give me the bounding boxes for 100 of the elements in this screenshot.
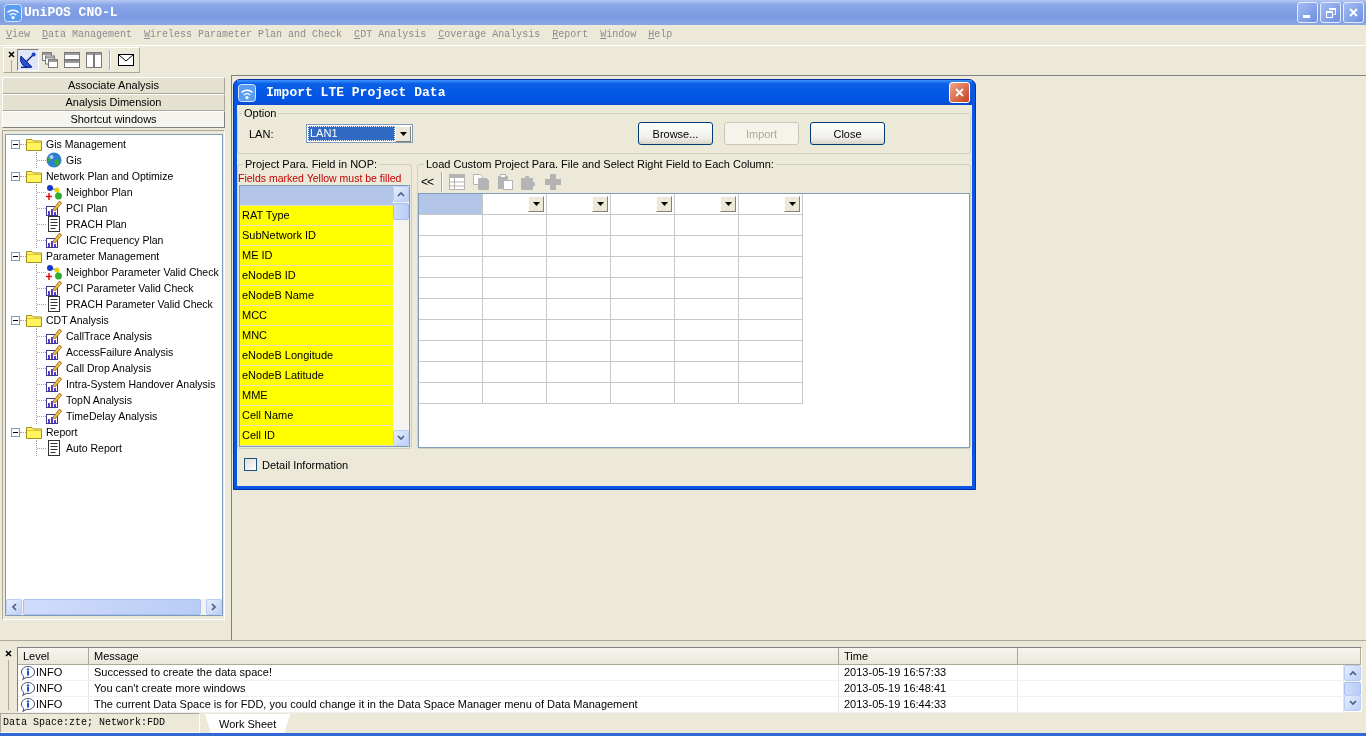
minus-box-icon[interactable] xyxy=(11,427,20,437)
close-button[interactable] xyxy=(1343,2,1364,23)
sheet-tab[interactable]: Work Sheet xyxy=(205,714,291,733)
list-item[interactable]: RAT Type xyxy=(240,206,393,226)
caret-down-icon xyxy=(788,202,796,206)
tree-item[interactable]: ICIC Frequency Plan xyxy=(64,233,166,247)
grid-cell xyxy=(675,320,739,341)
list-item[interactable]: SubNetwork ID xyxy=(240,226,393,246)
scroll-up-button[interactable] xyxy=(1344,665,1361,681)
dropdown-button[interactable] xyxy=(656,196,672,212)
log-level: INFO xyxy=(36,665,63,680)
column-header[interactable] xyxy=(1018,648,1361,665)
chevron-down-icon xyxy=(397,435,405,441)
scrollbar[interactable] xyxy=(6,599,222,615)
browse-button[interactable]: Browse... xyxy=(638,122,713,145)
scroll-down-button[interactable] xyxy=(1344,695,1361,711)
column-header[interactable] xyxy=(483,194,547,215)
tree-item[interactable]: PRACH Parameter Valid Check xyxy=(64,297,215,311)
caret-down-icon xyxy=(532,202,540,206)
document-icon xyxy=(48,440,60,456)
dropdown-button[interactable] xyxy=(528,196,544,212)
scroll-right-button[interactable] xyxy=(206,599,222,615)
tree-item[interactable]: PCI Parameter Valid Check xyxy=(64,281,196,295)
section-tab[interactable]: Shortcut windows xyxy=(2,111,225,128)
scrollbar[interactable] xyxy=(1344,665,1361,711)
dropdown-button[interactable] xyxy=(784,196,800,212)
tree-item[interactable]: Neighbor Parameter Valid Check xyxy=(64,265,221,279)
minus-box-icon[interactable] xyxy=(11,139,20,149)
tree-item[interactable]: Network Plan and Optimize xyxy=(44,169,176,183)
tree-item[interactable]: Call Drop Analysis xyxy=(64,361,154,375)
chevron-left-icon xyxy=(11,603,17,611)
toolbar-button[interactable] xyxy=(17,49,39,71)
scroll-down-button[interactable] xyxy=(393,430,409,446)
list-item[interactable]: MCC xyxy=(240,306,393,326)
tree-item[interactable]: CallTrace Analysis xyxy=(64,329,154,343)
grid-cell xyxy=(547,362,611,383)
grid-cell xyxy=(483,257,547,278)
column-header[interactable]: Message xyxy=(89,648,839,665)
dropdown-button[interactable] xyxy=(720,196,736,212)
minus-box-icon[interactable] xyxy=(11,171,20,181)
caret-down-icon xyxy=(399,131,407,136)
list-item[interactable]: eNodeB Longitude xyxy=(240,346,393,366)
minus-box-icon[interactable] xyxy=(11,315,20,325)
tree-item[interactable]: Report xyxy=(44,425,80,439)
group-label: Option xyxy=(243,107,278,120)
list-item[interactable]: MNC xyxy=(240,326,393,346)
close-icon[interactable] xyxy=(7,51,15,58)
grid-cell xyxy=(611,320,675,341)
column-header[interactable] xyxy=(739,194,803,215)
section-tab[interactable]: Associate Analysis xyxy=(2,77,225,94)
dropdown-button[interactable] xyxy=(592,196,608,212)
grid-cell xyxy=(547,236,611,257)
minus-box-icon[interactable] xyxy=(11,251,20,261)
column-header[interactable] xyxy=(547,194,611,215)
section-tab[interactable]: Analysis Dimension xyxy=(2,94,225,111)
tree-item[interactable]: TimeDelay Analysis xyxy=(64,409,160,423)
close-button[interactable]: Close xyxy=(810,122,885,145)
list-item[interactable]: MME xyxy=(240,386,393,406)
list-item[interactable]: eNodeB Name xyxy=(240,286,393,306)
scroll-up-button[interactable] xyxy=(393,186,409,202)
checkbox[interactable] xyxy=(244,458,257,471)
list-item[interactable]: eNodeB ID xyxy=(240,266,393,286)
tree-item[interactable]: PCI Plan xyxy=(64,201,110,215)
tree-item[interactable]: AccessFailure Analysis xyxy=(64,345,176,359)
minimize-button[interactable] xyxy=(1297,2,1318,23)
grid-cell xyxy=(483,383,547,404)
list-item[interactable]: ME ID xyxy=(240,246,393,266)
dropdown-button[interactable] xyxy=(395,125,411,142)
tree-item[interactable]: CDT Analysis xyxy=(44,313,111,327)
list-item[interactable]: Cell Name xyxy=(240,406,393,426)
tree-item[interactable]: Gis xyxy=(64,153,84,167)
tree-item[interactable]: PRACH Plan xyxy=(64,217,129,231)
scroll-left-button[interactable] xyxy=(6,599,22,615)
double-chevron-button[interactable]: << xyxy=(419,174,435,190)
tree-item[interactable]: Neighbor Plan xyxy=(64,185,135,199)
column-header[interactable]: Level xyxy=(18,648,89,665)
folder-icon xyxy=(26,425,42,439)
column-header[interactable] xyxy=(675,194,739,215)
scroll-thumb[interactable] xyxy=(23,599,201,615)
restore-button[interactable] xyxy=(1320,2,1341,23)
column-header[interactable]: Time xyxy=(839,648,1018,665)
list-item[interactable]: eNodeB Latitude xyxy=(240,366,393,386)
signal-icon xyxy=(238,83,256,102)
tree-item[interactable]: Gis Management xyxy=(44,137,128,151)
tree-item[interactable]: TopN Analysis xyxy=(64,393,134,407)
close-icon[interactable] xyxy=(5,650,12,657)
tree-item[interactable]: Intra-System Handover Analysis xyxy=(64,377,218,391)
list-item[interactable]: Cell ID xyxy=(240,426,393,446)
scroll-thumb[interactable] xyxy=(1344,682,1361,696)
tree-item[interactable]: Auto Report xyxy=(64,441,125,455)
scroll-thumb[interactable] xyxy=(393,203,409,220)
tree-item[interactable]: Parameter Management xyxy=(44,249,162,263)
lan-dropdown[interactable]: LAN1 xyxy=(306,124,413,143)
scrollbar[interactable] xyxy=(393,186,409,446)
grid-cell xyxy=(611,278,675,299)
checkbox-label[interactable]: Detail Information xyxy=(262,458,349,471)
grid-cell xyxy=(483,341,547,362)
grid-cell xyxy=(547,299,611,320)
column-header[interactable] xyxy=(611,194,675,215)
grid-cell xyxy=(675,362,739,383)
